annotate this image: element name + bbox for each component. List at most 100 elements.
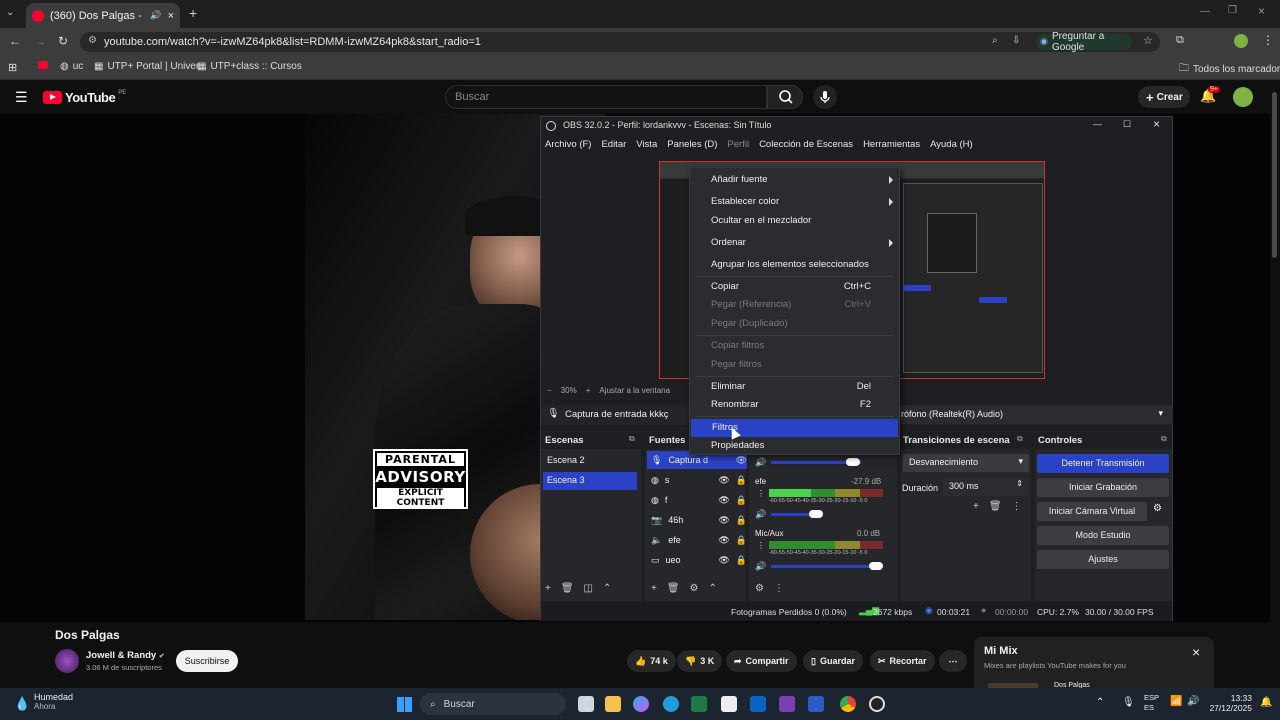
dock-float-icon[interactable]: ⧉: [1017, 434, 1023, 444]
scene-item[interactable]: Escena 2: [543, 452, 637, 470]
voice-search-button[interactable]: [813, 85, 837, 109]
save-button[interactable]: ▯ Guardar: [803, 650, 863, 672]
visibility-eye-icon[interactable]: 👁: [718, 475, 729, 486]
menu-item-hide-in-mixer[interactable]: Ocultar en el mezclador: [690, 212, 899, 230]
task-view-icon[interactable]: [578, 696, 594, 712]
edge-icon[interactable]: [663, 696, 679, 712]
menu-item-paste-filters[interactable]: Pegar filtros: [690, 356, 899, 374]
menu-item-paste-reference[interactable]: Pegar (Referencia) Ctrl+V: [690, 296, 899, 314]
menu-coleccion-escenas[interactable]: Colección de Escenas: [759, 139, 853, 154]
bookmark-youtube[interactable]: [38, 61, 48, 69]
back-icon[interactable]: ←: [9, 34, 21, 48]
menu-archivo[interactable]: Archivo (F): [545, 139, 591, 154]
word-icon[interactable]: [808, 696, 824, 712]
volume-slider[interactable]: [771, 565, 883, 568]
menu-herramientas[interactable]: Herramientas: [863, 139, 920, 154]
visibility-eye-icon[interactable]: 👁: [718, 495, 729, 506]
menu-item-order[interactable]: Ordenar: [690, 234, 899, 252]
notifications-tray-icon[interactable]: 🔔: [1260, 697, 1272, 708]
extensions-icon[interactable]: ⧉: [1176, 34, 1184, 47]
ask-google-button[interactable]: ◉ Preguntar a Google: [1036, 31, 1132, 53]
source-item[interactable]: 📷 46h 👁 🔒: [647, 511, 747, 529]
visibility-eye-icon[interactable]: 👁: [718, 535, 729, 546]
apps-icon[interactable]: ⊞: [8, 61, 17, 74]
lock-icon[interactable]: 🔒: [736, 515, 747, 526]
wifi-icon[interactable]: 📶: [1170, 696, 1182, 707]
forward-icon[interactable]: →: [34, 34, 46, 48]
zoom-in-icon[interactable]: +: [586, 386, 591, 396]
transition-dropdown[interactable]: Desvanecimiento ▾: [903, 454, 1029, 472]
search-button[interactable]: [767, 85, 803, 109]
add-icon[interactable]: +: [651, 583, 657, 594]
zoom-out-icon[interactable]: −: [547, 386, 552, 396]
virtual-camera-settings-icon[interactable]: ⚙: [1153, 503, 1162, 514]
browser-tab[interactable]: (360) Dos Palgas - YouTube 🔊 ×: [26, 3, 180, 28]
audio-device-dropdown[interactable]: rófono (Realtek(R) Audio) ▾: [893, 406, 1173, 424]
close-window-icon[interactable]: ×: [1258, 4, 1265, 18]
reload-icon[interactable]: ↻: [58, 34, 68, 48]
taskbar-clock[interactable]: 13:33 27/12/2025: [1208, 693, 1252, 713]
menu-item-filters[interactable]: Filtros: [691, 419, 898, 437]
install-app-icon[interactable]: ⇩: [1012, 35, 1020, 46]
bookmark-utp-class[interactable]: ▦ UTP+class :: Cursos: [197, 61, 302, 72]
outlook-icon[interactable]: [750, 696, 766, 712]
menu-perfil[interactable]: Perfil: [727, 139, 749, 154]
minimize-window-icon[interactable]: —: [1200, 6, 1210, 17]
channel-menu-icon[interactable]: ⋮: [757, 489, 765, 498]
page-scrollbar[interactable]: [1272, 92, 1277, 258]
tab-search-icon[interactable]: ⌄: [6, 7, 14, 18]
studio-mode-button[interactable]: Modo Estudio: [1037, 526, 1169, 545]
fit-window-button[interactable]: Ajustar a la ventana: [599, 386, 670, 396]
tab-close-icon[interactable]: ×: [168, 10, 174, 22]
dislike-button[interactable]: 👎 3 K: [677, 650, 723, 672]
start-virtual-camera-button[interactable]: Iniciar Cámara Virtual: [1037, 502, 1147, 521]
taskbar-search-input[interactable]: ⌕ Buscar: [420, 693, 566, 715]
profile-avatar[interactable]: [1234, 34, 1248, 48]
menu-item-copy-filters[interactable]: Copiar filtros: [690, 337, 899, 355]
visibility-eye-icon[interactable]: 👁: [718, 515, 729, 526]
file-explorer-icon[interactable]: [605, 696, 621, 712]
menu-item-rename[interactable]: Renombrar F2: [690, 396, 899, 414]
menu-item-set-color[interactable]: Establecer color: [690, 193, 899, 211]
menu-icon[interactable]: ⋮: [1262, 33, 1274, 47]
menu-icon[interactable]: ⋮: [774, 583, 784, 594]
bookmark-uc[interactable]: ◍ uc: [60, 61, 83, 72]
menu-item-copy[interactable]: Copiar Ctrl+C: [690, 278, 899, 296]
search-input[interactable]: Buscar: [445, 85, 767, 109]
volume-slider-handle[interactable]: [869, 562, 883, 570]
obs-minimize-icon[interactable]: —: [1093, 119, 1102, 129]
bookmark-star-icon[interactable]: ☆: [1143, 34, 1153, 47]
visibility-eye-icon[interactable]: 👁: [736, 455, 747, 466]
like-button[interactable]: 👍 74 k: [627, 650, 676, 672]
menu-icon[interactable]: ⋮: [1012, 501, 1022, 512]
settings-button[interactable]: Ajustes: [1037, 550, 1169, 569]
volume-slider-handle[interactable]: [846, 458, 860, 466]
mix-playlist-panel[interactable]: Mi Mix Mixes are playlists YouTube makes…: [974, 637, 1214, 689]
menu-item-group-selected[interactable]: Agrupar los elementos seleccionados: [690, 256, 899, 274]
menu-vista[interactable]: Vista: [636, 139, 657, 154]
chrome-icon[interactable]: [840, 696, 856, 712]
speaker-icon[interactable]: 🔊: [755, 509, 766, 520]
dock-float-icon[interactable]: ⧉: [629, 434, 635, 444]
channel-avatar[interactable]: [55, 649, 79, 673]
add-icon[interactable]: +: [973, 501, 979, 512]
bookmark-utp-portal[interactable]: ▦ UTP+ Portal | Univer...: [94, 61, 207, 72]
lock-icon[interactable]: 🔒: [736, 495, 747, 506]
address-bar[interactable]: ⚙ youtube.com/watch?v=-izwMZ64pk8&list=R…: [80, 32, 1160, 52]
menu-item-add-source[interactable]: Añadir fuente: [690, 171, 899, 189]
more-actions-button[interactable]: ⋯: [939, 650, 967, 672]
stop-streaming-button[interactable]: Detener Transmisión: [1037, 454, 1169, 473]
tray-chevron-icon[interactable]: ⌃: [1096, 697, 1104, 708]
chevron-up-icon[interactable]: ⌃: [709, 583, 717, 594]
dock-float-icon[interactable]: ⧉: [1161, 434, 1167, 444]
chevron-up-icon[interactable]: ⌃: [603, 583, 611, 594]
obs-maximize-icon[interactable]: ☐: [1123, 119, 1131, 130]
source-item[interactable]: ◍ f 👁 🔒: [647, 491, 747, 509]
menu-item-paste-duplicate[interactable]: Pegar (Duplicado): [690, 315, 899, 333]
menu-item-delete[interactable]: Eliminar Del: [690, 378, 899, 396]
lock-icon[interactable]: 🔒: [736, 555, 747, 566]
trash-icon[interactable]: 🗑: [561, 583, 574, 594]
filter-icon[interactable]: ◫: [584, 583, 593, 594]
lock-icon[interactable]: 🔒: [736, 535, 747, 546]
subscribe-button[interactable]: Suscribirse: [176, 650, 238, 672]
